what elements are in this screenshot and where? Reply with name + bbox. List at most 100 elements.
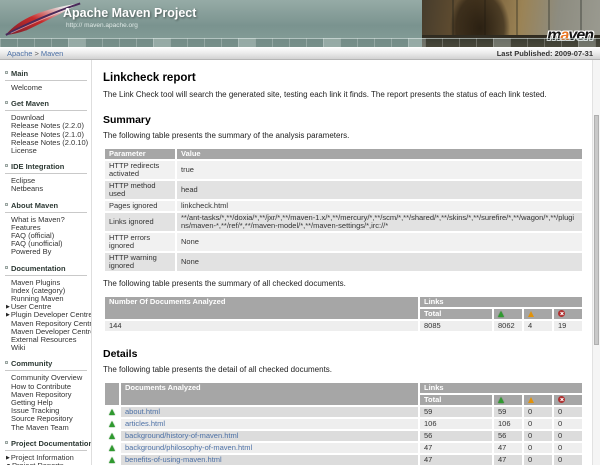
sidebar-item-wiki[interactable]: Wiki xyxy=(5,344,87,352)
document-link[interactable]: about.html xyxy=(125,407,160,416)
sidebar-section-ide-integration: IDE IntegrationEclipseNetbeans xyxy=(5,162,87,193)
breadcrumb: Apache>Maven xyxy=(7,49,63,58)
sidebar-section-title: Community xyxy=(5,359,87,371)
params-header-value: Value xyxy=(177,149,582,159)
params-header-parameter: Parameter xyxy=(105,149,175,159)
params-row: HTTP method usedhead xyxy=(105,181,582,199)
sidebar-item-welcome[interactable]: Welcome xyxy=(5,84,87,92)
docs-header-analyzed: Number Of Documents Analyzed xyxy=(105,297,418,319)
params-row: HTTP redirects activatedtrue xyxy=(105,161,582,179)
chevron-right-icon[interactable]: ▶ xyxy=(6,312,10,318)
param-name-cell: Links ignored xyxy=(105,213,175,231)
vertical-scrollbar[interactable] xyxy=(592,60,600,465)
total-count: 47 xyxy=(420,455,492,465)
details-header-warning xyxy=(524,395,552,405)
docs-summary-row: 144 8085 8062 4 19 xyxy=(105,321,582,331)
section-toggle-icon xyxy=(5,266,8,269)
warning-count: 0 xyxy=(524,443,552,453)
sidebar-item-label: Wiki xyxy=(11,343,25,352)
total-count: 59 xyxy=(420,407,492,417)
valid-count: 56 xyxy=(494,431,522,441)
valid-count: 47 xyxy=(494,443,522,453)
param-value-cell: None xyxy=(177,233,582,251)
valid-icon xyxy=(109,433,115,439)
intro-text: The Link Check tool will search the gene… xyxy=(103,90,584,99)
params-table: Parameter Value HTTP redirects activated… xyxy=(103,147,584,273)
document-cell: benefits-of-using-maven.html xyxy=(121,455,418,465)
table-row: articles.html10610600 xyxy=(105,419,582,429)
sidebar-section-title: Get Maven xyxy=(5,99,87,111)
documents-count: 144 xyxy=(105,321,418,331)
breadcrumb-link-apache[interactable]: Apache xyxy=(7,49,32,58)
sidebar-section-title: Main xyxy=(5,69,87,81)
params-row: Links ignored**/ant-tasks/*,**/doxia/*,*… xyxy=(105,213,582,231)
warning-icon xyxy=(528,311,534,317)
valid-icon xyxy=(498,397,504,403)
params-row: HTTP errors ignoredNone xyxy=(105,233,582,251)
total-count: 106 xyxy=(420,419,492,429)
param-value-cell: linkcheck.html xyxy=(177,201,582,211)
param-value-cell: true xyxy=(177,161,582,179)
details-table: Documents Analyzed Links Total about.htm… xyxy=(103,381,584,465)
params-table-body: HTTP redirects activatedtrueHTTP method … xyxy=(105,161,582,271)
valid-count: 8062 xyxy=(494,321,522,331)
document-link[interactable]: background/history-of-maven.html xyxy=(125,431,238,440)
document-link[interactable]: articles.html xyxy=(125,419,165,428)
document-link[interactable]: benefits-of-using-maven.html xyxy=(125,455,222,464)
layout: Main Welcome Get MavenDownloadRelease Note… xyxy=(0,60,600,465)
param-name-cell: HTTP redirects activated xyxy=(105,161,175,179)
chevron-right-icon[interactable]: ▶ xyxy=(6,304,10,310)
sidebar-item-the-maven-team[interactable]: The Maven Team xyxy=(5,424,87,432)
row-status-cell xyxy=(105,443,119,453)
docs-header-total: Total xyxy=(420,309,492,319)
details-intro-text: The following table presents the detail … xyxy=(103,365,584,374)
sidebar-section-project-documentation: Project Documentation▶Project Informatio… xyxy=(5,439,87,465)
table-row: background/history-of-maven.html565600 xyxy=(105,431,582,441)
details-table-body: about.html595900articles.html10610600bac… xyxy=(105,407,582,465)
error-count: 0 xyxy=(554,455,582,465)
warning-icon xyxy=(528,397,534,403)
row-status-cell xyxy=(105,419,119,429)
sidebar-section-about-maven: About MavenWhat is Maven?FeaturesFAQ (of… xyxy=(5,201,87,257)
param-value-cell: head xyxy=(177,181,582,199)
warning-count: 0 xyxy=(524,407,552,417)
document-link[interactable]: background/philosophy-of-maven.html xyxy=(125,443,252,452)
row-status-cell xyxy=(105,455,119,465)
site-subtitle: http:// maven.apache.org xyxy=(66,22,138,29)
chevron-right-icon[interactable]: ▶ xyxy=(6,455,10,461)
valid-icon xyxy=(109,421,115,427)
scrollbar-thumb[interactable] xyxy=(594,115,599,345)
params-row: Pages ignoredlinkcheck.html xyxy=(105,201,582,211)
section-toggle-icon xyxy=(5,203,8,206)
table-row: benefits-of-using-maven.html474700 xyxy=(105,455,582,465)
valid-icon xyxy=(498,311,504,317)
docs-header-error xyxy=(554,309,582,319)
sidebar-item-license[interactable]: License xyxy=(5,147,87,155)
breadcrumb-link-maven[interactable]: Maven xyxy=(41,49,64,58)
error-count: 19 xyxy=(554,321,582,331)
warning-count: 0 xyxy=(524,431,552,441)
details-header-total: Total xyxy=(420,395,492,405)
sidebar-section-get-maven: Get MavenDownloadRelease Notes (2.2.0)Re… xyxy=(5,99,87,155)
details-header-error xyxy=(554,395,582,405)
sidebar-item-netbeans[interactable]: Netbeans xyxy=(5,185,87,193)
param-value-cell: None xyxy=(177,253,582,271)
section-toggle-icon xyxy=(5,441,8,444)
param-name-cell: HTTP warning ignored xyxy=(105,253,175,271)
sidebar-item-powered-by[interactable]: Powered By xyxy=(5,248,87,256)
details-header-links: Links xyxy=(420,383,582,393)
document-cell: background/history-of-maven.html xyxy=(121,431,418,441)
valid-count: 59 xyxy=(494,407,522,417)
params-intro-text: The following table presents the summary… xyxy=(103,131,584,140)
total-count: 56 xyxy=(420,431,492,441)
valid-icon xyxy=(109,445,115,451)
param-name-cell: HTTP method used xyxy=(105,181,175,199)
valid-count: 106 xyxy=(494,419,522,429)
error-icon xyxy=(558,396,565,403)
table-row: background/philosophy-of-maven.html47470… xyxy=(105,443,582,453)
main-content: Linkcheck report The Link Check tool wil… xyxy=(92,60,600,465)
sidebar-item-label: Welcome xyxy=(11,83,42,92)
sidebar-section-title: About Maven xyxy=(5,201,87,213)
params-row: HTTP warning ignoredNone xyxy=(105,253,582,271)
section-toggle-icon xyxy=(5,101,8,104)
